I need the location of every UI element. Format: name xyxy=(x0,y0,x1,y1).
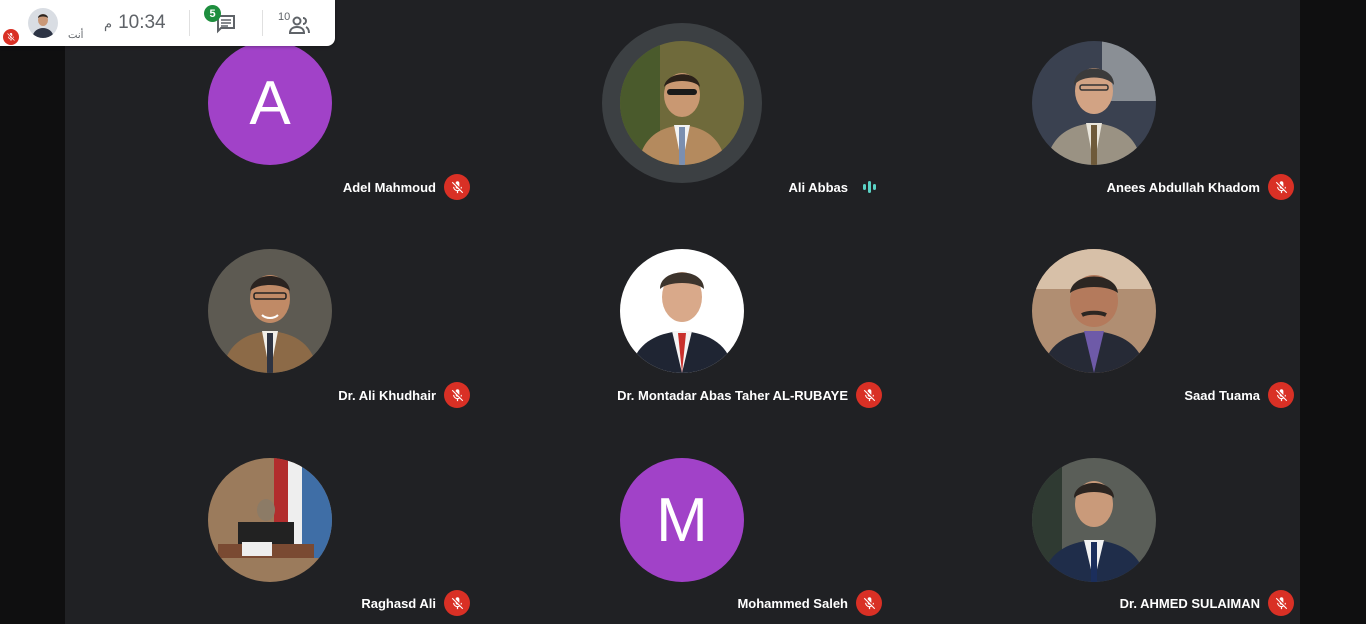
participant-namebar: Dr. Montadar Abas Taher AL-RUBAYE xyxy=(617,382,882,408)
participant-photo xyxy=(1032,249,1156,373)
participant-tile[interactable]: M Mohammed Saleh xyxy=(476,416,888,624)
audio-wave-icon xyxy=(856,174,882,200)
avatar-letter: M xyxy=(656,485,708,555)
participant-photo xyxy=(1032,458,1156,582)
participant-tile[interactable]: Dr. Ali Khudhair xyxy=(65,208,476,416)
mic-off-icon xyxy=(444,174,470,200)
participant-namebar: Saad Tuama xyxy=(1184,382,1294,408)
mic-off-icon xyxy=(444,590,470,616)
participant-namebar: Raghasd Ali xyxy=(361,590,470,616)
self-avatar[interactable] xyxy=(28,8,58,38)
mic-off-icon xyxy=(856,590,882,616)
mic-off-icon xyxy=(1268,382,1294,408)
participant-namebar: Mohammed Saleh xyxy=(737,590,882,616)
meeting-clock: م 10:34 xyxy=(104,12,166,34)
participant-name: Adel Mahmoud xyxy=(342,179,436,195)
participant-name: Dr. AHMED SULAIMAN xyxy=(1119,595,1260,611)
participant-photo xyxy=(208,458,332,582)
divider xyxy=(262,10,263,36)
participant-namebar: Dr. AHMED SULAIMAN xyxy=(1120,590,1294,616)
mic-off-icon xyxy=(1268,174,1294,200)
participant-name: Dr. Ali Khudhair xyxy=(338,387,436,403)
participant-tile[interactable]: Dr. AHMED SULAIMAN xyxy=(888,416,1300,624)
participant-grid: A Adel Mahmoud Ali Abbas Anees Abdullah … xyxy=(65,0,1300,624)
mic-off-icon xyxy=(444,382,470,408)
participant-name: Mohammed Saleh xyxy=(737,595,848,611)
participant-photo xyxy=(208,249,332,373)
meeting-topbar: أنت م 10:34 5 10 xyxy=(0,0,335,46)
participant-name: Raghasd Ali xyxy=(361,595,436,611)
clock-time: 10:34 xyxy=(118,12,166,33)
participant-name: Dr. Montadar Abas Taher AL-RUBAYE xyxy=(617,387,848,403)
participant-namebar: Anees Abdullah Khadom xyxy=(1107,174,1294,200)
chat-badge: 5 xyxy=(204,5,221,22)
participant-tile[interactable]: Anees Abdullah Khadom xyxy=(888,0,1300,208)
participant-namebar: Ali Abbas xyxy=(789,174,882,200)
mic-off-icon xyxy=(3,29,19,45)
people-icon xyxy=(288,16,310,34)
participant-tile[interactable]: Dr. Montadar Abas Taher AL-RUBAYE xyxy=(476,208,888,416)
self-label: أنت xyxy=(68,30,84,41)
participant-photo xyxy=(620,41,744,165)
letter-avatar: M xyxy=(620,458,744,582)
mic-off-icon xyxy=(1268,590,1294,616)
participant-name: Ali Abbas xyxy=(788,179,848,195)
divider xyxy=(189,10,190,36)
mic-off-icon xyxy=(856,382,882,408)
participant-name: Anees Abdullah Khadom xyxy=(1106,179,1260,195)
participant-name: Saad Tuama xyxy=(1184,387,1260,403)
people-button[interactable]: 10 xyxy=(278,10,314,38)
chat-button[interactable]: 5 xyxy=(204,5,240,38)
participant-photo xyxy=(620,249,744,373)
clock-ampm: م xyxy=(104,16,113,31)
participant-photo xyxy=(1032,41,1156,165)
participant-namebar: Adel Mahmoud xyxy=(343,174,470,200)
participant-tile[interactable]: Ali Abbas xyxy=(476,0,888,208)
avatar-letter: A xyxy=(249,68,291,138)
participant-tile[interactable]: Saad Tuama xyxy=(888,208,1300,416)
letter-avatar: A xyxy=(208,41,332,165)
participant-tile[interactable]: Raghasd Ali xyxy=(65,416,476,624)
participant-namebar: Dr. Ali Khudhair xyxy=(338,382,470,408)
